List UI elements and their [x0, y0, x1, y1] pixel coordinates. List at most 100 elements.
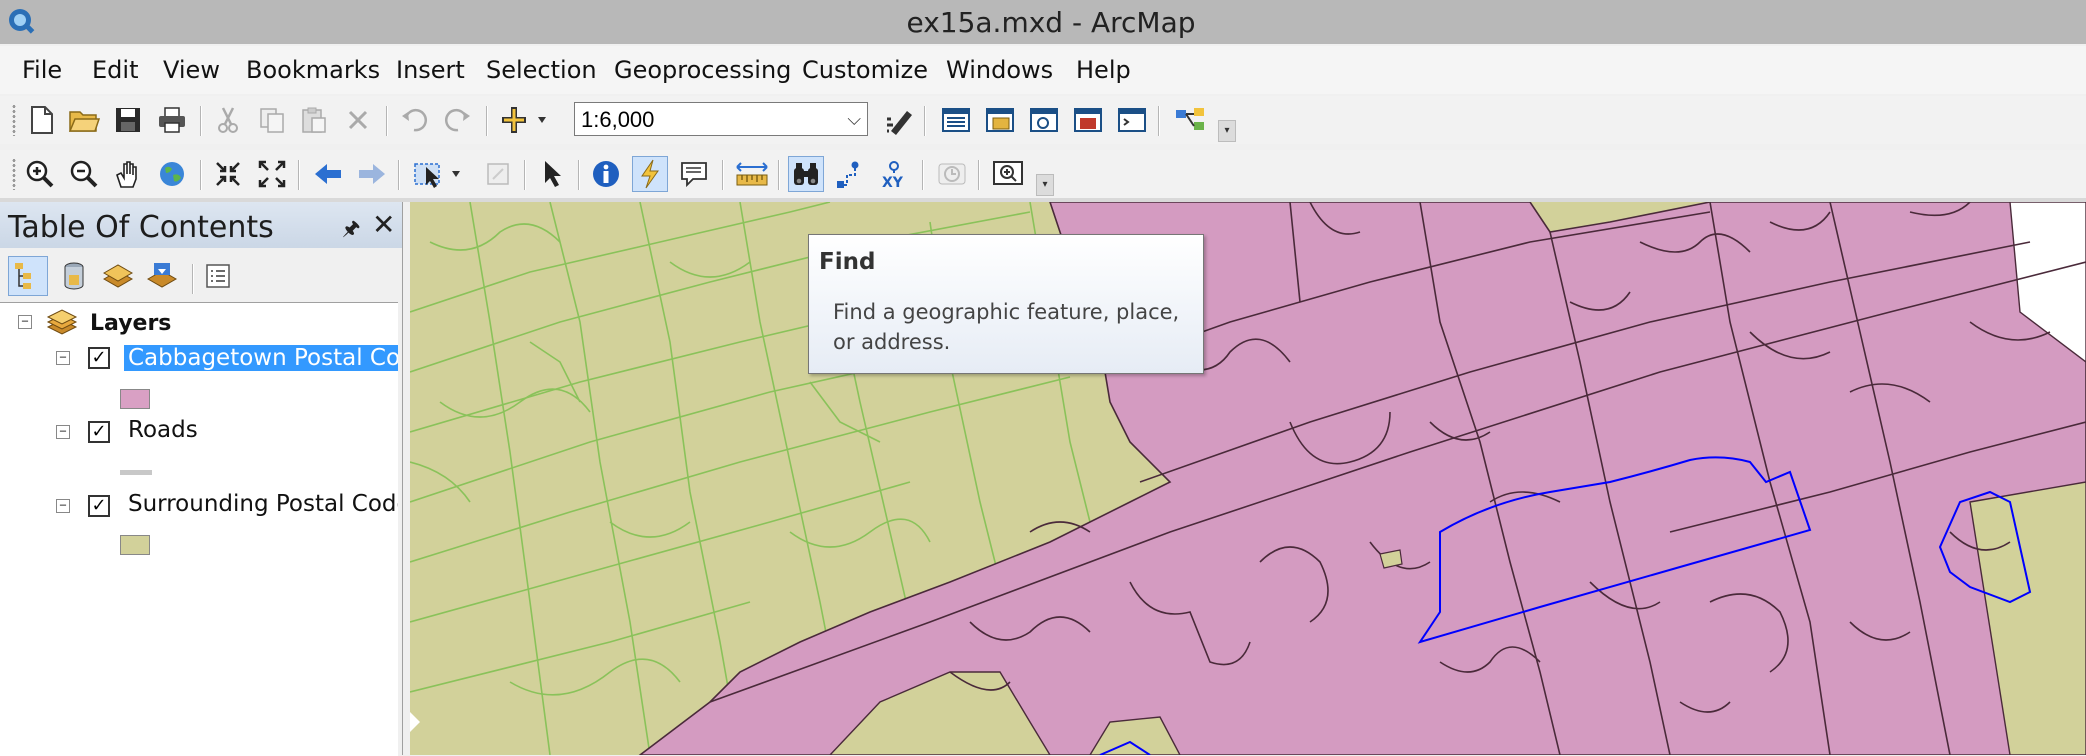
undo-icon[interactable]: [396, 102, 432, 138]
map-canvas[interactable]: [410, 202, 2086, 755]
tooltip-title: Find: [819, 249, 876, 275]
menu-selection[interactable]: Selection: [486, 56, 597, 84]
add-data-icon[interactable]: [496, 102, 556, 138]
menu-help[interactable]: Help: [1076, 56, 1131, 84]
map-display[interactable]: [410, 202, 2086, 755]
layers-root-label[interactable]: Layers: [90, 311, 171, 336]
menu-edit[interactable]: Edit: [92, 56, 138, 84]
layer-surrounding-label[interactable]: Surrounding Postal Code: [128, 491, 398, 517]
toolbar-separator: [978, 160, 979, 190]
cabbagetown-fill-swatch[interactable]: [120, 389, 150, 409]
toolbar-grip[interactable]: [12, 104, 16, 136]
measure-ruler-icon[interactable]: [734, 156, 770, 192]
save-icon[interactable]: [110, 102, 146, 138]
find-route-icon[interactable]: [832, 156, 868, 192]
full-extent-globe-icon[interactable]: [154, 156, 190, 192]
modelbuilder-icon[interactable]: [1172, 102, 1208, 138]
toolbar-separator: [398, 160, 399, 190]
toolbar-separator: [578, 160, 579, 190]
window-title: ex15a.mxd - ArcMap: [906, 6, 1196, 39]
toolbar-separator: [1158, 106, 1159, 136]
roads-line-swatch[interactable]: [120, 470, 152, 475]
menu-view[interactable]: View: [163, 56, 220, 84]
surrounding-fill-swatch[interactable]: [120, 535, 150, 555]
layer-visibility-checkbox[interactable]: ✓: [88, 347, 110, 369]
close-icon[interactable]: ✕: [372, 208, 395, 241]
toc-title: Table Of Contents: [8, 210, 274, 245]
toolbar-grip[interactable]: [12, 158, 16, 190]
print-icon[interactable]: [154, 102, 190, 138]
pin-icon[interactable]: 🖈: [342, 214, 361, 248]
toolbar-separator: [192, 264, 193, 294]
standard-toolbar: 1:6,000 ⌵ ▾: [0, 96, 2086, 144]
go-to-xy-icon[interactable]: XY: [876, 156, 912, 192]
map-scale-combobox[interactable]: 1:6,000 ⌵: [574, 102, 868, 136]
svg-text:XY: XY: [882, 175, 904, 189]
zoom-out-icon[interactable]: [66, 156, 102, 192]
menu-customize[interactable]: Customize: [802, 56, 928, 84]
catalog-window-icon[interactable]: [982, 102, 1018, 138]
time-slider-icon[interactable]: [934, 156, 970, 192]
toolbar-options-button[interactable]: ▾: [1036, 174, 1054, 196]
collapse-layer-button[interactable]: −: [56, 351, 70, 365]
zoom-in-icon[interactable]: [22, 156, 58, 192]
table-of-contents-panel: Table Of Contents 🖈 ✕ − Layers − ✓ Cabba…: [0, 202, 403, 756]
paste-icon[interactable]: [296, 102, 332, 138]
editor-toolbar-icon[interactable]: [884, 102, 920, 138]
python-window-icon[interactable]: [1114, 102, 1150, 138]
go-forward-arrow-icon[interactable]: [354, 156, 390, 192]
toc-header: Table Of Contents 🖈 ✕: [0, 202, 402, 248]
toolbar-separator: [200, 106, 201, 136]
menu-bookmarks[interactable]: Bookmarks: [246, 56, 380, 84]
menu-windows[interactable]: Windows: [946, 56, 1053, 84]
chevron-down-icon[interactable]: ⌵: [847, 109, 861, 130]
cut-icon[interactable]: [210, 102, 246, 138]
layers-stack-icon: [46, 309, 78, 335]
hyperlink-lightning-icon[interactable]: [632, 156, 668, 192]
clear-selection-icon[interactable]: [480, 156, 516, 192]
copy-icon[interactable]: [254, 102, 290, 138]
new-document-icon[interactable]: [24, 102, 60, 138]
list-by-source-icon[interactable]: [54, 256, 94, 296]
list-by-drawing-order-icon[interactable]: [8, 256, 48, 296]
toolbar-separator: [298, 160, 299, 190]
menu-insert[interactable]: Insert: [396, 56, 465, 84]
fixed-zoom-out-icon[interactable]: [254, 156, 290, 192]
title-bar: ex15a.mxd - ArcMap: [0, 0, 2086, 44]
collapse-layer-button[interactable]: −: [56, 499, 70, 513]
toolbar-separator: [524, 160, 525, 190]
fixed-zoom-in-icon[interactable]: [210, 156, 246, 192]
menu-bar: File Edit View Bookmarks Insert Selectio…: [0, 46, 2086, 94]
toc-options-icon[interactable]: [198, 256, 238, 296]
delete-icon[interactable]: [340, 102, 376, 138]
list-by-visibility-icon[interactable]: [98, 256, 138, 296]
layer-roads-label[interactable]: Roads: [128, 417, 198, 443]
find-binoculars-icon[interactable]: [788, 156, 824, 192]
table-of-contents-window-icon[interactable]: [938, 102, 974, 138]
menu-geoprocessing[interactable]: Geoprocessing: [614, 56, 791, 84]
select-elements-arrow-icon[interactable]: [534, 156, 570, 192]
menu-file[interactable]: File: [22, 56, 62, 84]
map-scale-value: 1:6,000: [581, 107, 655, 132]
go-back-arrow-icon[interactable]: [310, 156, 346, 192]
collapse-layers-button[interactable]: −: [18, 315, 32, 329]
search-window-icon[interactable]: [1026, 102, 1062, 138]
identify-icon[interactable]: [588, 156, 624, 192]
toolbar-separator: [778, 160, 779, 190]
toolbar-separator: [922, 160, 923, 190]
toolbar-options-button[interactable]: ▾: [1218, 120, 1236, 142]
open-folder-icon[interactable]: [66, 102, 102, 138]
collapse-layer-button[interactable]: −: [56, 425, 70, 439]
arctoolbox-window-icon[interactable]: [1070, 102, 1106, 138]
tools-toolbar: XY ▾: [0, 150, 2086, 198]
layer-cabbagetown-label[interactable]: Cabbagetown Postal Cod: [124, 345, 398, 371]
redo-icon[interactable]: [440, 102, 476, 138]
create-viewer-window-icon[interactable]: [990, 156, 1026, 192]
layer-visibility-checkbox[interactable]: ✓: [88, 421, 110, 443]
html-popup-icon[interactable]: [676, 156, 712, 192]
pan-hand-icon[interactable]: [110, 156, 146, 192]
select-features-icon[interactable]: [410, 156, 470, 192]
list-by-selection-icon[interactable]: [142, 256, 182, 296]
find-tooltip: Find Find a geographic feature, place, o…: [808, 234, 1204, 374]
layer-visibility-checkbox[interactable]: ✓: [88, 495, 110, 517]
